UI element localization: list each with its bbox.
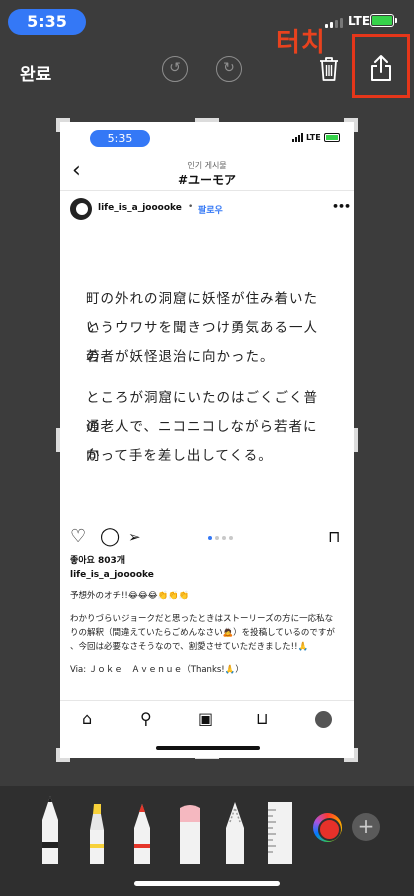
inner-home-indicator	[156, 746, 260, 750]
lasso-tool[interactable]	[222, 800, 248, 864]
profile-avatar	[315, 711, 332, 728]
markup-toolbar	[0, 786, 414, 896]
reels-icon: ▣	[198, 709, 214, 728]
highlighter-tool[interactable]	[84, 800, 110, 864]
post-line: 若者が妖怪退治に向かった。	[86, 349, 275, 365]
header-title: #ユーモア	[177, 173, 237, 187]
search-icon: ⚲	[140, 709, 152, 728]
status-time[interactable]: 5:35	[8, 9, 86, 35]
home-indicator	[134, 881, 280, 886]
inner-status-icons: LTE	[292, 133, 340, 142]
comment-icon: ◯	[100, 526, 121, 547]
caption-line: 予想外のオチ!!😂😂😂👏👏👏	[70, 591, 190, 601]
inner-network-label: LTE	[306, 133, 321, 142]
separator-dot: •	[188, 202, 194, 212]
undo-icon: ↺	[169, 60, 181, 76]
post-line: かって手を差し出してくる。	[86, 448, 273, 464]
more-icon: •••	[332, 200, 351, 213]
caption-username: life_is_a_jooooke	[70, 570, 154, 580]
carousel-dots	[208, 536, 233, 540]
likes-count: 좋아요 803개	[70, 556, 126, 566]
caption-line: りの解釈（間違えていたらごめんなさい🙇）を投稿しているのですが	[70, 628, 335, 638]
post-actions: ♡ ◯ ➢ ⊓	[70, 527, 344, 551]
send-icon: ➢	[128, 528, 141, 546]
caption-line: わかりづらいジョークだと思ったときはストーリーズの方に一応私な	[70, 614, 334, 624]
caption-line: 、今回は必要なさそうなので、割愛させていただきました!!🙏	[70, 642, 309, 652]
undo-button[interactable]: ↺	[162, 56, 188, 82]
inner-status-time: 5:35	[90, 130, 150, 147]
redo-button[interactable]: ↻	[216, 56, 242, 82]
caption-line: Via: Ｊｏｋｅ Ａｖｅｎｕｅ（Thanks!🙏）	[70, 665, 244, 675]
inner-battery-icon	[323, 133, 340, 142]
delete-button[interactable]	[318, 56, 340, 86]
network-label: LTE	[348, 14, 371, 28]
eraser-tool[interactable]	[176, 802, 204, 864]
bottom-nav: ⌂ ⚲ ▣ ⊔	[60, 700, 354, 740]
trash-icon	[320, 57, 338, 81]
screenshot-preview[interactable]: 5:35 LTE ‹ 인기 게시물 #ユーモア life_is_a_jooook…	[60, 122, 354, 758]
add-button[interactable]: +	[352, 813, 380, 841]
inner-signal-icon	[292, 133, 303, 142]
header-divider	[60, 190, 354, 191]
pen-tool[interactable]	[38, 794, 62, 864]
signal-icon	[325, 18, 343, 28]
follow-label: 팔로우	[198, 206, 223, 216]
battery-icon	[370, 14, 397, 27]
color-picker[interactable]	[313, 813, 342, 842]
plus-icon: +	[357, 814, 375, 838]
pencil-tool[interactable]	[130, 800, 154, 864]
redo-icon: ↻	[223, 60, 235, 76]
heart-icon: ♡	[70, 526, 87, 547]
home-icon: ⌂	[82, 709, 93, 728]
header-subtitle: 인기 게시물	[187, 161, 227, 170]
share-button[interactable]	[370, 54, 392, 86]
post-username: life_is_a_jooooke	[98, 203, 182, 213]
touch-annotation: 터치	[276, 28, 326, 58]
done-button[interactable]: 완료	[20, 60, 51, 85]
ruler-tool[interactable]	[266, 800, 294, 864]
share-icon	[371, 55, 391, 81]
avatar	[70, 198, 92, 220]
shop-icon: ⊔	[256, 709, 269, 728]
bookmark-icon: ⊓	[328, 527, 341, 546]
